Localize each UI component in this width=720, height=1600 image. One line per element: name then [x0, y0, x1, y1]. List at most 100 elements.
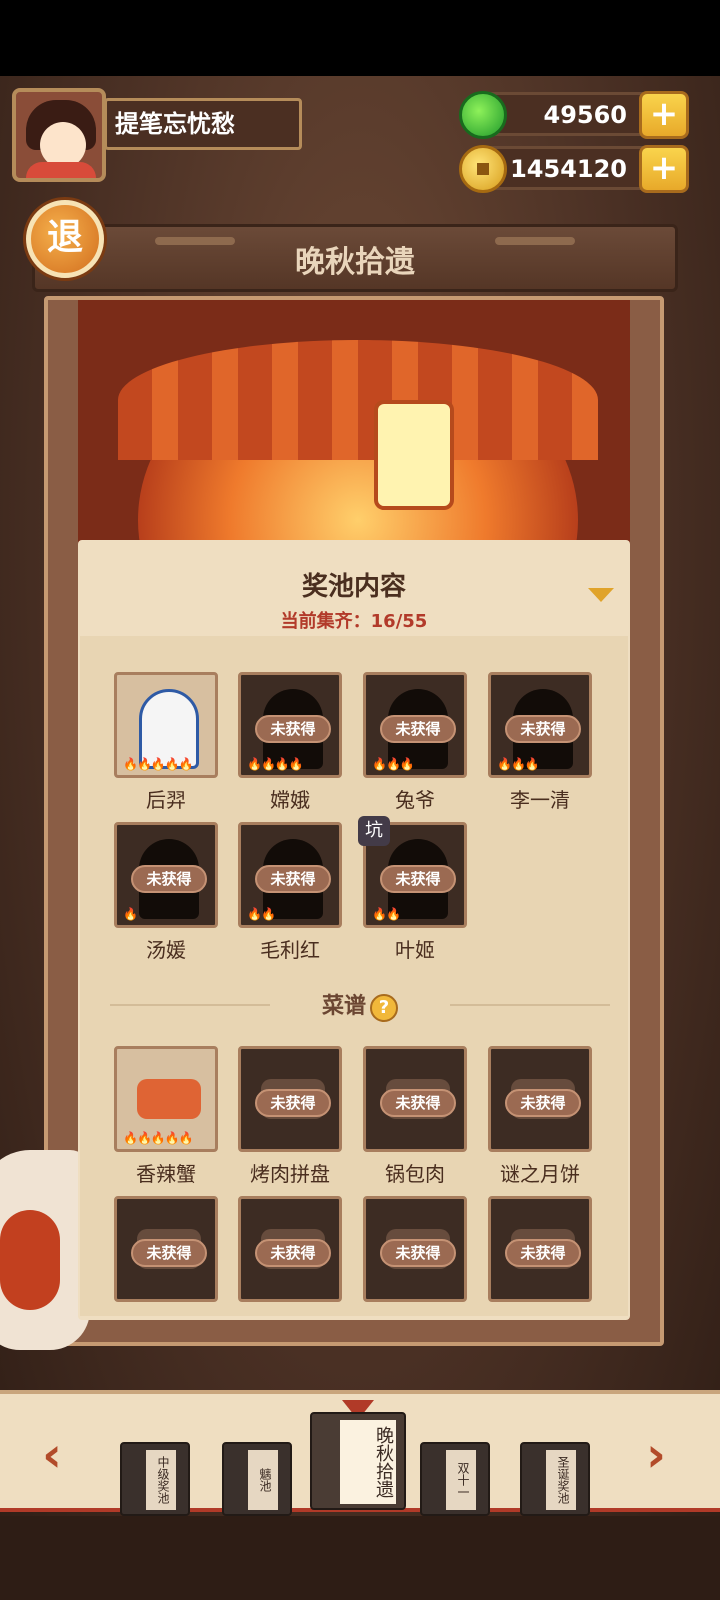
rarity-flames: 🔥🔥 [247, 907, 276, 921]
tab-wanqiu-shiyi[interactable]: 晚秋拾遗 [310, 1412, 406, 1510]
character-portrait: 未获得 🔥🔥🔥 [363, 672, 467, 778]
add-jade-button[interactable]: + [639, 91, 689, 139]
rarity-flames: 🔥🔥 [372, 907, 401, 921]
locked-badge: 未获得 [505, 715, 581, 743]
pit-badge: 坑 [358, 816, 390, 846]
tab-shuangshiyi[interactable]: 双十一 [420, 1442, 490, 1516]
tab-label: 魑池 [248, 1450, 278, 1510]
help-icon[interactable]: ? [370, 994, 398, 1022]
character-portrait: 未获得 🔥🔥🔥🔥 [238, 672, 342, 778]
recipe-image: 未获得 [488, 1046, 592, 1152]
locked-badge: 未获得 [505, 1239, 581, 1267]
tab-zhongji-pool[interactable]: 中级奖池 [120, 1442, 190, 1516]
coin-value: 1454120 [510, 155, 627, 183]
back-button[interactable]: 退 [26, 200, 104, 278]
prev-arrow-button[interactable]: ‹ [32, 1430, 72, 1480]
character-card-maolihong[interactable]: 未获得 🔥🔥 毛利红 [238, 822, 342, 963]
player-avatar[interactable] [12, 88, 106, 182]
recipes-section-label: 菜谱 [321, 994, 366, 1019]
jade-value: 49560 [543, 101, 628, 129]
recipe-image: 未获得 [238, 1196, 342, 1302]
recipe-card[interactable]: 未获得 [114, 1196, 218, 1302]
rarity-flames: 🔥🔥🔥 [372, 757, 415, 771]
recipe-image: 未获得 [114, 1196, 218, 1302]
recipe-card-xianglaxie[interactable]: 🔥🔥🔥🔥🔥 香辣蟹 [114, 1046, 218, 1187]
recipe-image: 未获得 [363, 1196, 467, 1302]
locked-badge: 未获得 [255, 1239, 331, 1267]
title-bar: 晚秋拾遗 [32, 224, 678, 292]
next-arrow-button[interactable]: › [636, 1430, 676, 1480]
character-name: 后羿 [146, 788, 186, 812]
character-name: 李一清 [510, 788, 570, 812]
rarity-flames: 🔥🔥🔥🔥 [247, 757, 304, 771]
tab-label: 双十一 [446, 1450, 476, 1510]
recipe-card-kaorou[interactable]: 未获得 烤肉拼盘 [238, 1046, 342, 1187]
locked-badge: 未获得 [380, 1089, 456, 1117]
recipe-card[interactable]: 未获得 [238, 1196, 342, 1302]
character-card-liyiqing[interactable]: 未获得 🔥🔥🔥 李一清 [488, 672, 592, 813]
avatar-dress [26, 162, 96, 178]
character-name: 兔爷 [395, 788, 435, 812]
locked-badge: 未获得 [380, 865, 456, 893]
recipe-image: 🔥🔥🔥🔥🔥 [114, 1046, 218, 1152]
recipe-image: 未获得 [238, 1046, 342, 1152]
tab-chi-pool[interactable]: 魑池 [222, 1442, 292, 1516]
banner-roof [118, 340, 598, 460]
tab-label: 晚秋拾遗 [340, 1420, 396, 1504]
coin-icon [459, 145, 507, 193]
locked-badge: 未获得 [255, 715, 331, 743]
recipe-name: 锅包肉 [385, 1162, 445, 1186]
locked-badge: 未获得 [255, 1089, 331, 1117]
pool-count: 当前集齐：16/55 [280, 611, 428, 632]
recipes-section-header: 菜谱? [110, 986, 610, 1022]
banner-lantern [374, 400, 454, 510]
player-name: 提笔忘忧愁 [104, 98, 302, 150]
add-coin-button[interactable]: + [639, 145, 689, 193]
character-portrait: 🔥🔥🔥🔥🔥 [114, 672, 218, 778]
coin-resource-bar: 1454120 + [459, 145, 689, 193]
rarity-flames: 🔥🔥🔥🔥🔥 [123, 757, 194, 771]
recipe-name: 烤肉拼盘 [250, 1162, 330, 1186]
dish-icon [137, 1079, 201, 1119]
rarity-flames: 🔥 [123, 907, 138, 921]
rarity-flames: 🔥🔥🔥 [497, 757, 540, 771]
rarity-flames: 🔥🔥🔥🔥🔥 [123, 1131, 194, 1145]
jade-resource-bar: 49560 + [459, 91, 689, 139]
recipe-name: 香辣蟹 [136, 1162, 196, 1186]
character-card-change[interactable]: 未获得 🔥🔥🔥🔥 嫦娥 [238, 672, 342, 813]
bottom-frame [0, 1516, 720, 1600]
decorative-gourd [0, 1150, 90, 1350]
recipe-image: 未获得 [363, 1046, 467, 1152]
locked-badge: 未获得 [131, 1239, 207, 1267]
tab-christmas-pool[interactable]: 圣诞奖池 [520, 1442, 590, 1516]
recipe-image: 未获得 [488, 1196, 592, 1302]
recipe-card[interactable]: 未获得 [363, 1196, 467, 1302]
pool-title: 奖池内容 [301, 572, 406, 602]
section-title: 菜谱? [110, 988, 610, 1022]
pool-grid[interactable]: 🔥🔥🔥🔥🔥 后羿 未获得 🔥🔥🔥🔥 嫦娥 未获得 🔥🔥🔥 兔爷 未获得 🔥🔥🔥 … [80, 636, 628, 1316]
character-card-tuye[interactable]: 未获得 🔥🔥🔥 兔爷 [363, 672, 467, 813]
character-card-houyi[interactable]: 🔥🔥🔥🔥🔥 后羿 [114, 672, 218, 813]
jade-icon [459, 91, 507, 139]
character-portrait: 未获得 🔥 [114, 822, 218, 928]
locked-badge: 未获得 [131, 865, 207, 893]
character-portrait: 未获得 🔥🔥 [238, 822, 342, 928]
character-name: 嫦娥 [270, 788, 310, 812]
recipe-name: 谜之月饼 [500, 1162, 580, 1186]
page-title: 晚秋拾遗 [295, 245, 415, 280]
recipe-card[interactable]: 未获得 [488, 1196, 592, 1302]
collapse-arrow-icon[interactable] [588, 588, 614, 602]
pool-banner-image [78, 300, 630, 560]
recipe-card-yuebing[interactable]: 未获得 谜之月饼 [488, 1046, 592, 1187]
pool-header[interactable]: 奖池内容 当前集齐：16/55 [78, 556, 630, 632]
locked-badge: 未获得 [380, 1239, 456, 1267]
tab-label: 圣诞奖池 [546, 1450, 576, 1510]
character-name: 汤媛 [146, 938, 186, 962]
recipe-card-guobaorou[interactable]: 未获得 锅包肉 [363, 1046, 467, 1187]
tab-label: 中级奖池 [146, 1450, 176, 1510]
locked-badge: 未获得 [380, 715, 456, 743]
character-name: 毛利红 [260, 938, 320, 962]
character-card-tangyuan[interactable]: 未获得 🔥 汤媛 [114, 822, 218, 963]
locked-badge: 未获得 [505, 1089, 581, 1117]
locked-badge: 未获得 [255, 865, 331, 893]
